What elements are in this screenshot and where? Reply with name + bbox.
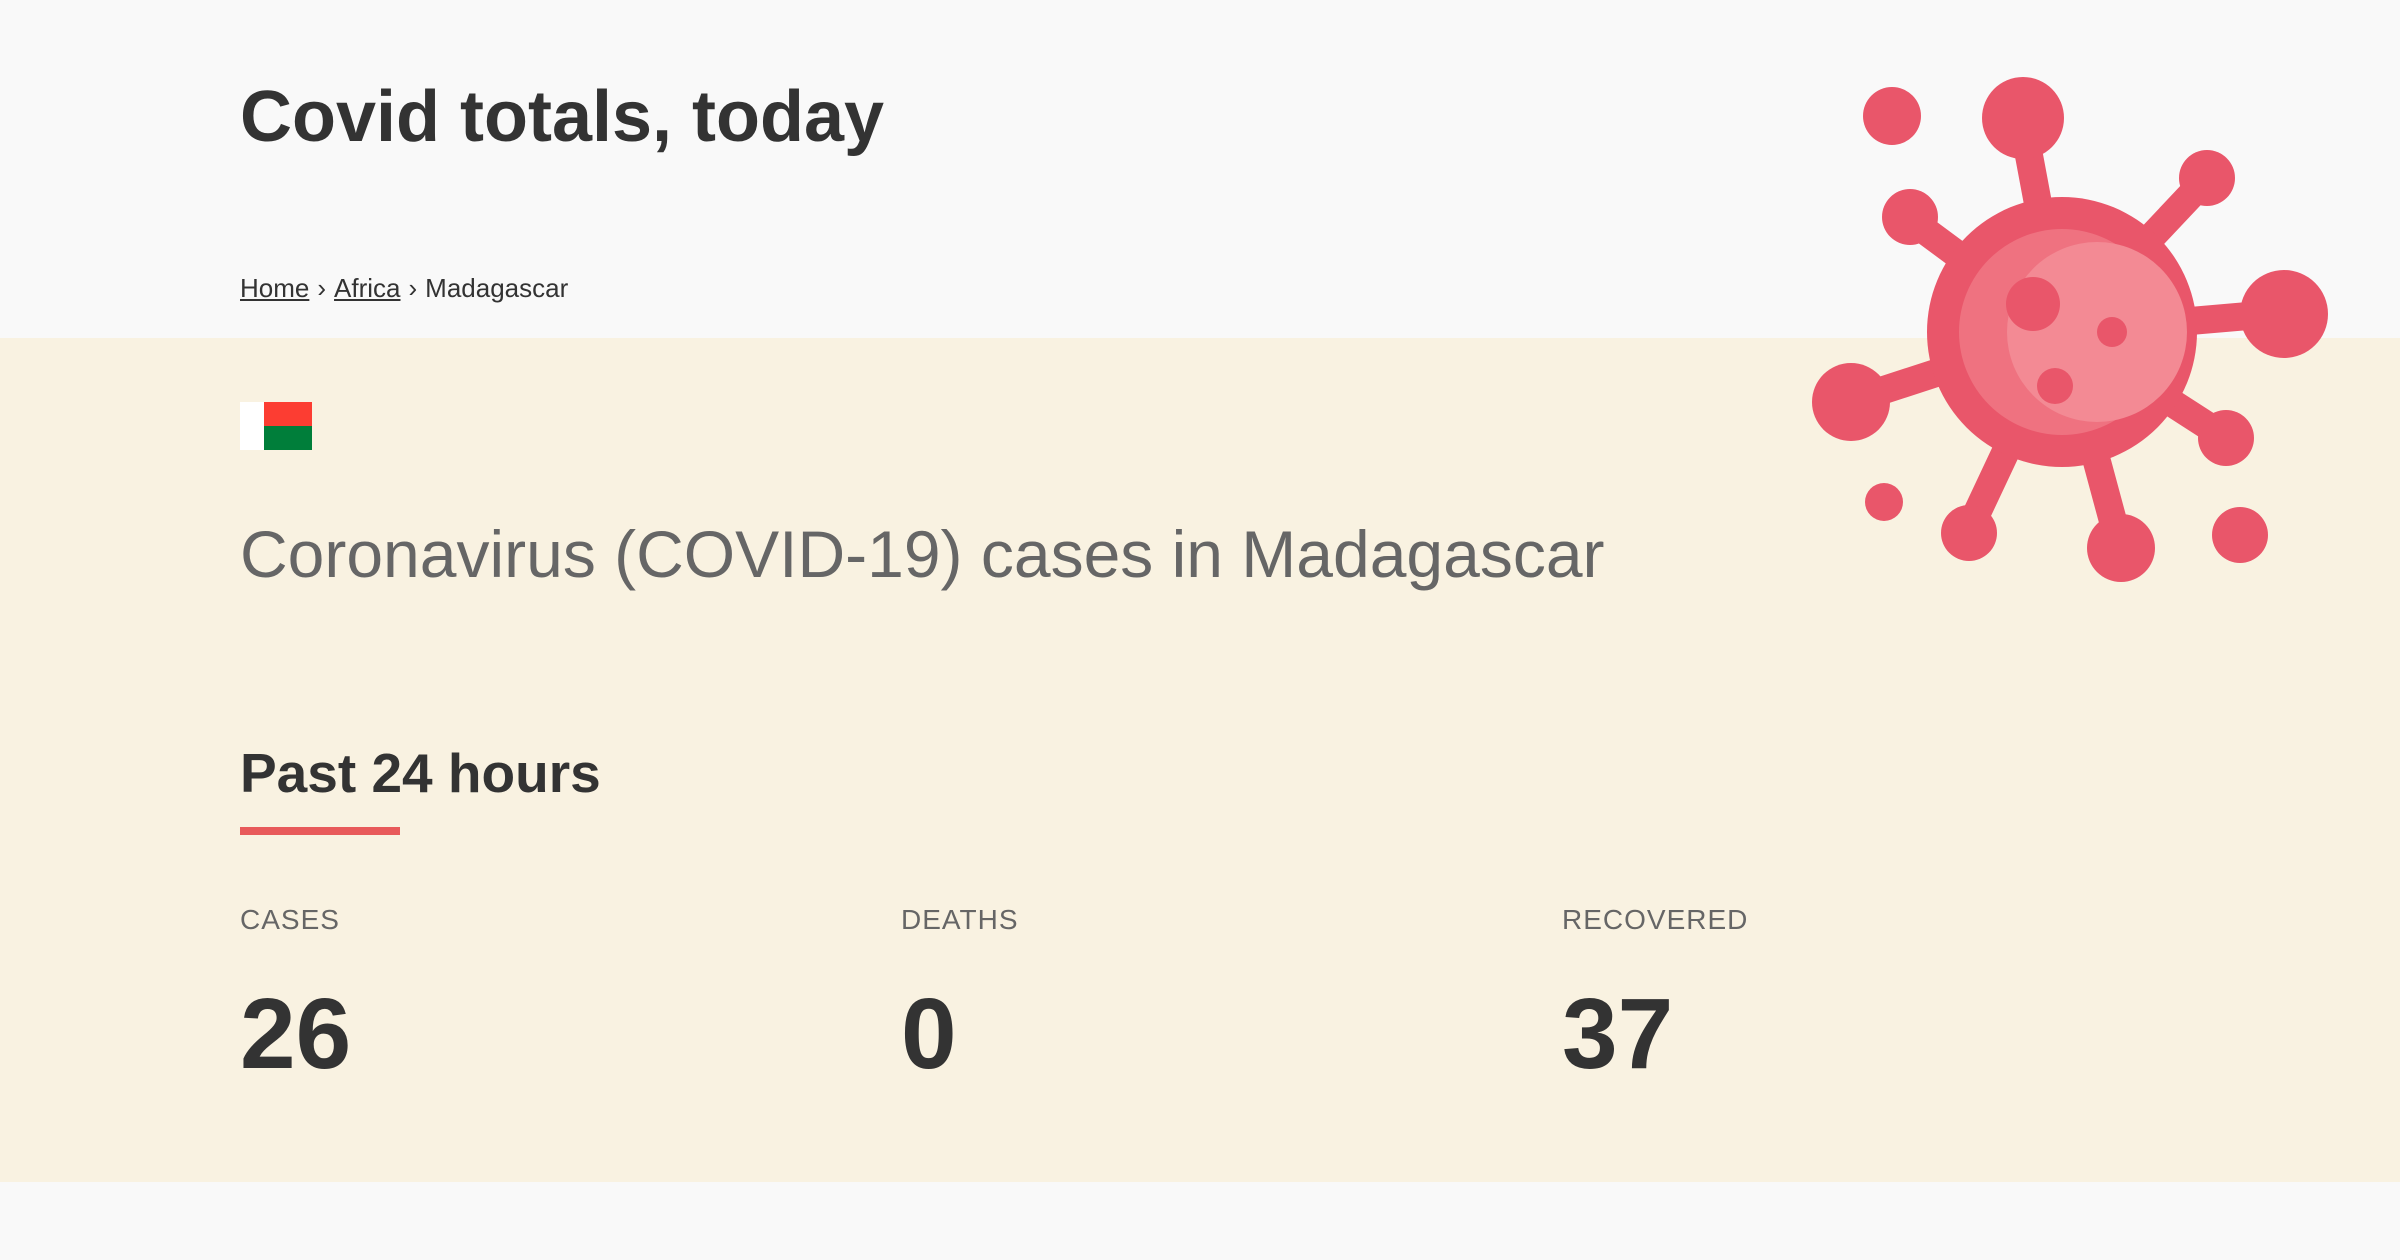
section-underline	[240, 827, 400, 835]
stat-cases: CASES 26	[240, 902, 740, 1088]
stat-deaths-label: DEATHS	[901, 904, 1019, 935]
breadcrumb-africa-link[interactable]: Africa	[334, 273, 400, 303]
breadcrumb-separator: ›	[408, 273, 418, 303]
stat-cases-label: CASES	[240, 904, 340, 935]
virus-icon	[1812, 77, 2328, 582]
stat-deaths-value: 0	[901, 978, 957, 1090]
breadcrumb-home-link[interactable]: Home	[240, 273, 309, 303]
stat-deaths: DEATHS 0	[901, 902, 1401, 1088]
page: Covid totals, today Home › Africa › Madagasc…	[0, 0, 2400, 1260]
breadcrumb: Home › Africa › Madagascar	[240, 270, 568, 306]
stat-recovered: RECOVERED 37	[1562, 902, 2062, 1088]
country-heading: Coronavirus (COVID-19) cases in Madagasc…	[240, 517, 1605, 591]
breadcrumb-current: Madagascar	[425, 273, 569, 303]
stat-cases-value: 26	[240, 978, 352, 1090]
stat-recovered-label: RECOVERED	[1562, 904, 1749, 935]
madagascar-flag-icon	[240, 402, 312, 450]
breadcrumb-separator: ›	[317, 273, 327, 303]
section-title: Past 24 hours	[240, 742, 601, 804]
site-title: Covid totals, today	[240, 77, 885, 157]
stat-recovered-value: 37	[1562, 978, 1674, 1090]
